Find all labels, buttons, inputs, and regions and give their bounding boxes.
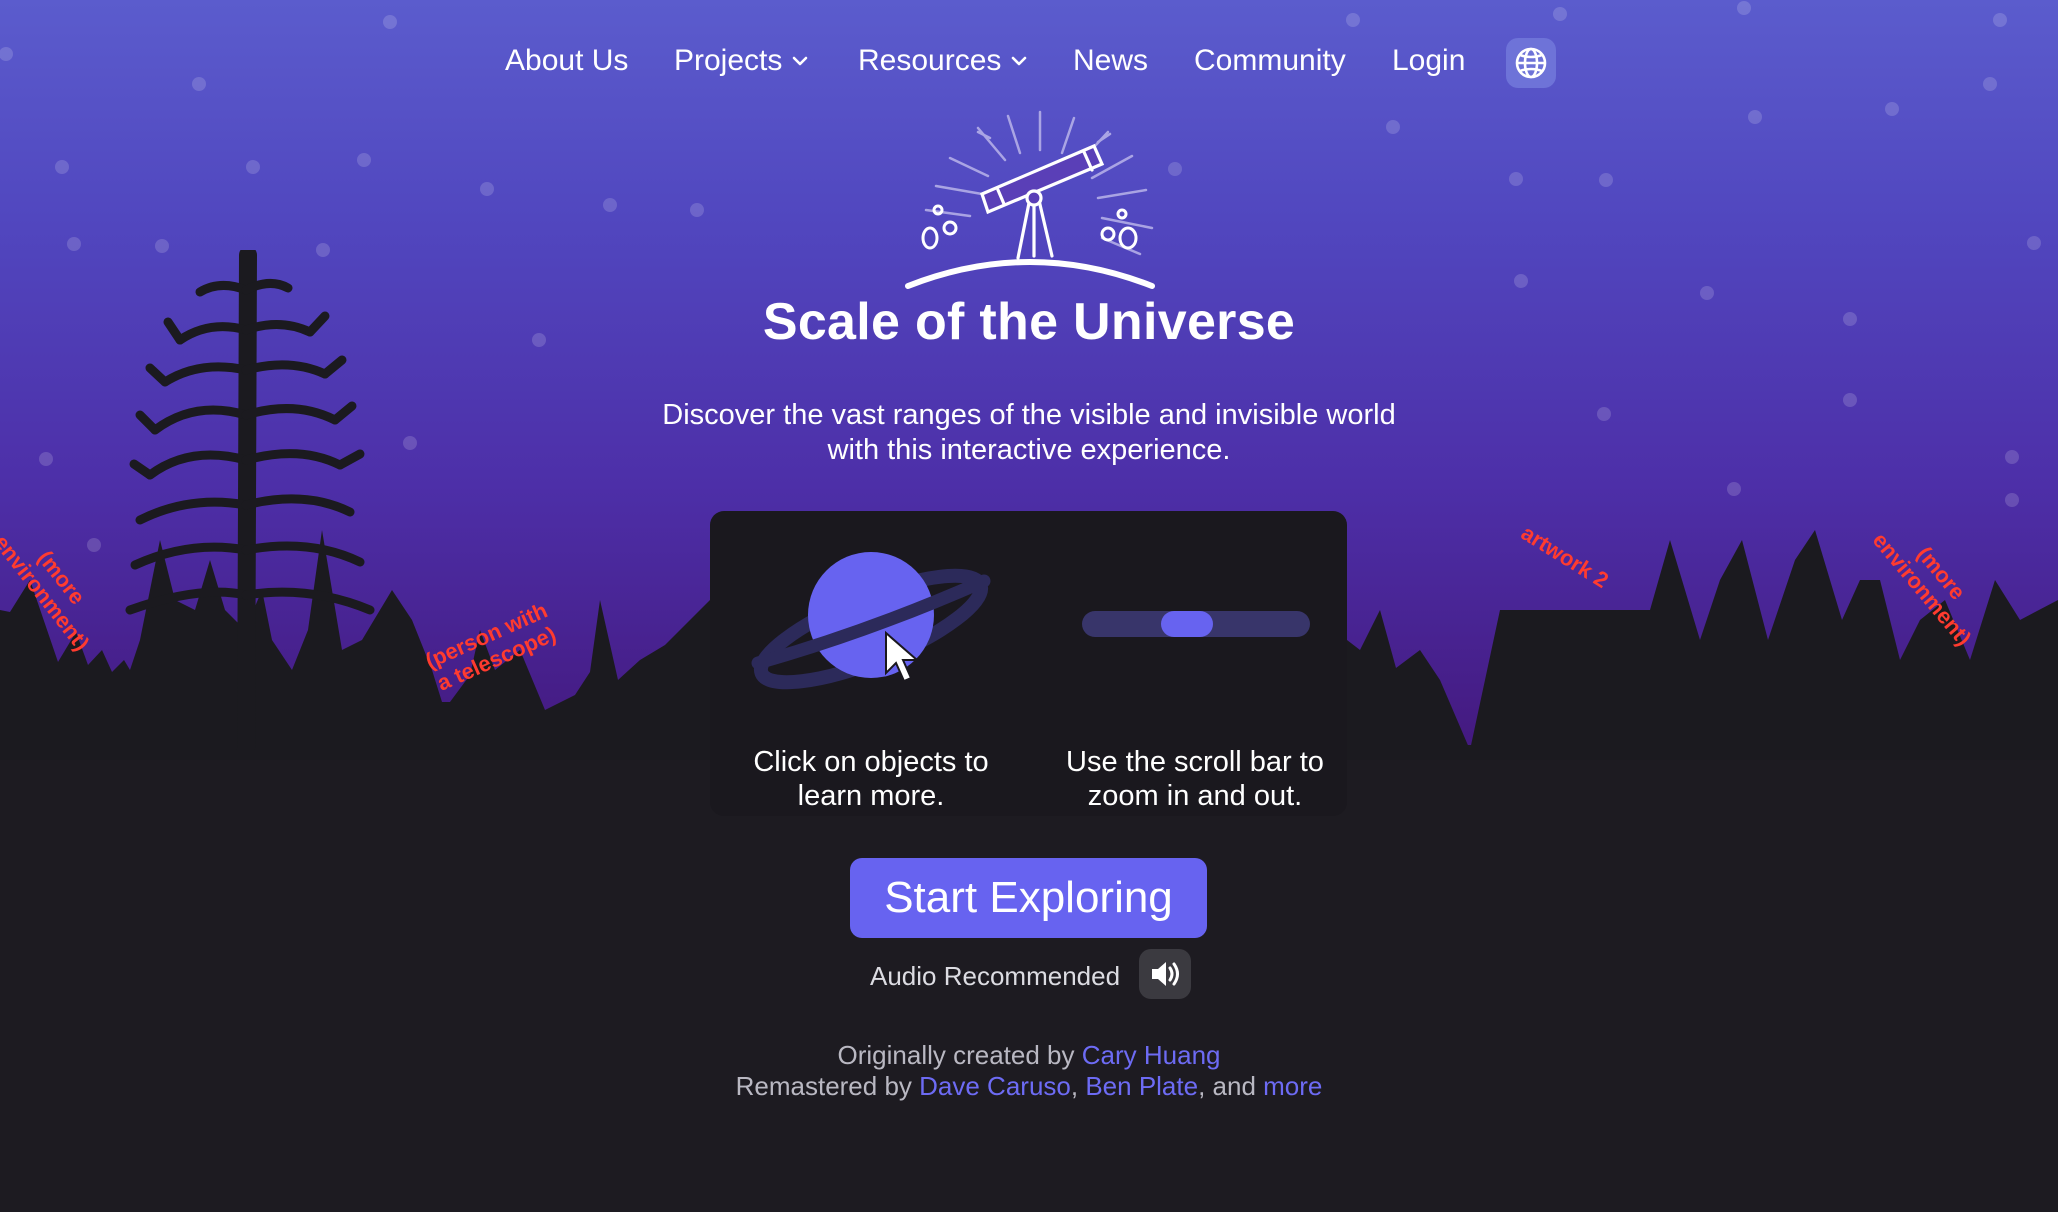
subtitle-line-2: with this interactive experience. bbox=[827, 434, 1231, 466]
start-exploring-button[interactable]: Start Exploring bbox=[850, 858, 1207, 938]
nav-community[interactable]: Community bbox=[1194, 44, 1346, 78]
nav-resources-label: Resources bbox=[858, 44, 1002, 77]
audio-recommended-label: Audio Recommended bbox=[870, 961, 1121, 991]
star bbox=[403, 436, 417, 450]
credits-remastered: Remastered by Dave Caruso, Ben Plate, an… bbox=[735, 1071, 1323, 1101]
nav-projects[interactable]: Projects bbox=[674, 44, 810, 78]
telescope-icon bbox=[905, 110, 1155, 289]
credits-original: Originally created by Cary Huang bbox=[837, 1040, 1221, 1070]
nav-login[interactable]: Login bbox=[1392, 44, 1465, 78]
star bbox=[1346, 13, 1360, 27]
planet-cursor-icon bbox=[751, 552, 991, 690]
more-credits-link[interactable]: more bbox=[1263, 1071, 1322, 1101]
nav-news[interactable]: News bbox=[1073, 44, 1148, 78]
star bbox=[1843, 393, 1857, 407]
subtitle-line-1: Discover the vast ranges of the visible … bbox=[662, 399, 1396, 431]
star bbox=[1509, 172, 1523, 186]
speaker-icon bbox=[1152, 962, 1179, 986]
star bbox=[480, 182, 494, 196]
scrollbar-thumb bbox=[1161, 611, 1213, 637]
page-title: Scale of the Universe bbox=[762, 293, 1296, 351]
star bbox=[1553, 7, 1567, 21]
star bbox=[1599, 173, 1613, 187]
star bbox=[39, 452, 53, 466]
star bbox=[1386, 120, 1400, 134]
chevron-down-icon bbox=[793, 56, 808, 66]
star bbox=[2005, 450, 2019, 464]
star bbox=[1885, 102, 1899, 116]
nav-projects-label: Projects bbox=[674, 44, 783, 77]
star bbox=[1514, 274, 1528, 288]
remaster-link-2[interactable]: Ben Plate bbox=[1085, 1071, 1198, 1101]
star bbox=[55, 160, 69, 174]
star bbox=[67, 237, 81, 251]
audio-toggle-button[interactable] bbox=[1139, 949, 1191, 999]
nav-news-label: News bbox=[1073, 44, 1149, 77]
star bbox=[1597, 407, 1611, 421]
star bbox=[1993, 13, 2007, 27]
page-subtitle: Discover the vast ranges of the visible … bbox=[579, 398, 1479, 468]
star bbox=[246, 160, 260, 174]
click-instruction: Click on objects to learn more. bbox=[753, 746, 989, 812]
language-button[interactable] bbox=[1506, 38, 1556, 88]
zoom-scrollbar-illustration bbox=[1082, 611, 1310, 637]
chevron-down-icon bbox=[1012, 56, 1027, 66]
nav-about-us-label: About Us bbox=[505, 44, 629, 77]
nav-about-us[interactable]: About Us bbox=[505, 44, 628, 78]
nav-login-label: Login bbox=[1392, 44, 1466, 77]
star bbox=[603, 198, 617, 212]
nav-resources[interactable]: Resources bbox=[858, 44, 1029, 78]
start-exploring-label: Start Exploring bbox=[884, 873, 1173, 922]
remaster-link-1[interactable]: Dave Caruso bbox=[919, 1071, 1071, 1101]
creator-link[interactable]: Cary Huang bbox=[1082, 1040, 1221, 1070]
star bbox=[2027, 236, 2041, 250]
instructions-card: Click on objects to learn more. Use the … bbox=[710, 511, 1347, 816]
star bbox=[1727, 482, 1741, 496]
star bbox=[383, 15, 397, 29]
globe-icon bbox=[1515, 47, 1547, 79]
scroll-instruction: Use the scroll bar to zoom in and out. bbox=[1066, 746, 1324, 812]
star bbox=[357, 153, 371, 167]
nav-community-label: Community bbox=[1194, 44, 1346, 77]
star bbox=[690, 203, 704, 217]
star bbox=[1748, 110, 1762, 124]
top-navigation: About Us Projects Resources News Communi… bbox=[0, 30, 2058, 96]
star bbox=[1737, 1, 1751, 15]
